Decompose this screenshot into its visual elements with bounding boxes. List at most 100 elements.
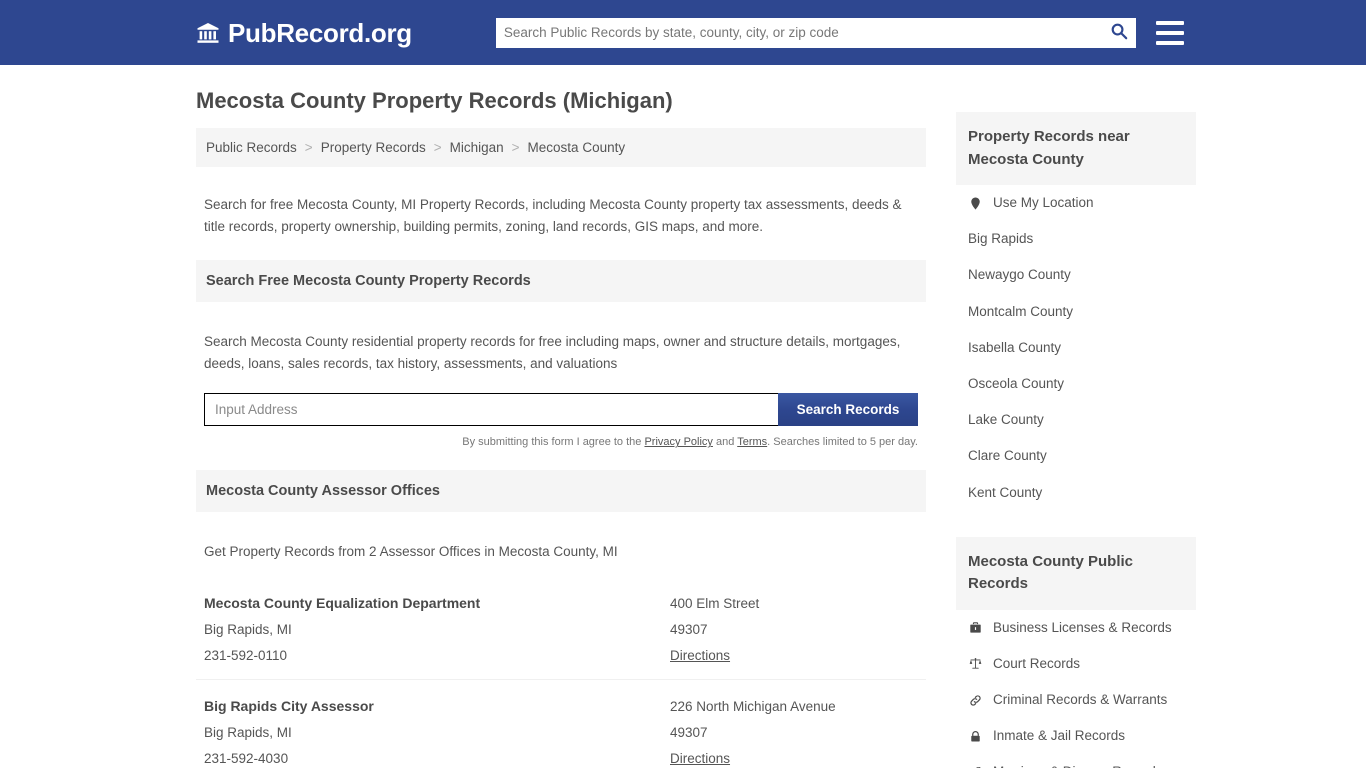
map-pin-icon — [968, 196, 983, 211]
list-item: Business Licenses & Records — [956, 610, 1196, 646]
sidebar: Property Records near Mecosta County Use… — [956, 65, 1196, 768]
sidebar-item-osceola-county[interactable]: Osceola County — [956, 366, 1196, 402]
search-icon — [1110, 22, 1128, 43]
breadcrumb-separator-icon: > — [433, 140, 442, 156]
sidebar-item-marriage-divorce-records[interactable]: Marriage & Divorce Records — [956, 754, 1196, 768]
office-city-state: Big Rapids, MI — [204, 621, 292, 637]
list-item: Kent County — [956, 475, 1196, 511]
sidebar-public-records-heading: Mecosta County Public Records — [956, 536, 1196, 610]
sidebar-item-label: Clare County — [968, 448, 1047, 464]
office-name: Mecosta County Equalization Department — [204, 594, 481, 611]
briefcase-icon — [968, 620, 983, 635]
sidebar-item-inmate-jail-records[interactable]: Inmate & Jail Records — [956, 718, 1196, 754]
list-item: Court Records — [956, 646, 1196, 682]
page-title: Mecosta County Property Records (Michiga… — [196, 88, 673, 113]
breadcrumb-item-michigan[interactable]: Michigan — [450, 140, 504, 155]
header-search-input[interactable] — [495, 17, 1102, 48]
breadcrumb: Public Records > Property Records > Mich… — [196, 128, 926, 168]
sidebar-item-label: Newaygo County — [968, 267, 1071, 283]
sidebar-item-business-licenses[interactable]: Business Licenses & Records — [956, 610, 1196, 646]
sidebar-item-label: Isabella County — [968, 339, 1062, 355]
sidebar-item-label: Osceola County — [968, 375, 1065, 391]
office-primary-info: Big Rapids City Assessor Big Rapids, MI … — [204, 698, 670, 766]
header-search-button[interactable] — [1102, 18, 1136, 48]
sidebar-item-label: Use My Location — [993, 195, 1094, 210]
search-records-button[interactable]: Search Records — [778, 393, 918, 427]
scales-of-justice-icon — [968, 656, 983, 671]
breadcrumb-item-public-records[interactable]: Public Records — [206, 140, 297, 155]
list-item: Use My Location — [956, 185, 1196, 221]
office-phone: 231-592-4030 — [204, 750, 289, 766]
list-item: Clare County — [956, 438, 1196, 474]
office-directions: Directions — [670, 751, 918, 766]
assessor-section-heading: Mecosta County Assessor Offices — [196, 470, 926, 513]
office-address-info: 400 Elm Street 49307 Directions — [670, 595, 918, 663]
sidebar-item-label: Marriage & Divorce Records — [993, 764, 1163, 768]
sidebar-item-isabella-county[interactable]: Isabella County — [956, 330, 1196, 366]
header-search-box — [495, 17, 1136, 48]
breadcrumb-separator-icon: > — [511, 140, 520, 156]
office-address-info: 226 North Michigan Avenue 49307 Directio… — [670, 698, 918, 766]
sidebar-item-clare-county[interactable]: Clare County — [956, 438, 1196, 474]
form-disclaimer-and: and — [712, 436, 738, 449]
site-header: PubRecord.org — [0, 0, 1366, 65]
page-body: Mecosta County Property Records (Michiga… — [0, 65, 1366, 768]
sidebar-item-kent-county[interactable]: Kent County — [956, 475, 1196, 511]
site-logo[interactable]: PubRecord.org — [196, 20, 412, 46]
sidebar-item-label: Criminal Records & Warrants — [993, 692, 1168, 708]
list-item: Big Rapids — [956, 221, 1196, 257]
privacy-policy-link[interactable]: Privacy Policy — [644, 436, 712, 448]
sidebar-item-label: Inmate & Jail Records — [993, 728, 1126, 744]
list-item: Marriage & Divorce Records — [956, 754, 1196, 768]
sidebar-item-lake-county[interactable]: Lake County — [956, 402, 1196, 438]
search-section-description: Search Mecosta County residential proper… — [204, 333, 901, 372]
main-content: Mecosta County Property Records (Michiga… — [196, 65, 926, 768]
assessor-section-description: Get Property Records from 2 Assessor Off… — [204, 543, 618, 559]
directions-link[interactable]: Directions — [670, 751, 730, 766]
sidebar-item-criminal-records[interactable]: Criminal Records & Warrants — [956, 682, 1196, 718]
sidebar-item-newaygo-county[interactable]: Newaygo County — [956, 257, 1196, 293]
sidebar-item-use-my-location[interactable]: Use My Location — [956, 185, 1196, 221]
office-entry: Big Rapids City Assessor Big Rapids, MI … — [196, 680, 926, 768]
office-city-state: Big Rapids, MI — [204, 724, 292, 740]
sidebar-nearby-list: Use My Location Big Rapids Newaygo Count… — [956, 185, 1196, 511]
sidebar-item-label: Business Licenses & Records — [993, 619, 1172, 635]
terms-link[interactable]: Terms — [737, 436, 767, 448]
list-item: Criminal Records & Warrants — [956, 682, 1196, 718]
directions-link[interactable]: Directions — [670, 648, 730, 663]
office-directions: Directions — [670, 648, 918, 663]
sidebar-item-court-records[interactable]: Court Records — [956, 646, 1196, 682]
page-intro-text: Search for free Mecosta County, MI Prope… — [204, 196, 902, 235]
bank-building-icon — [196, 21, 220, 45]
hamburger-menu-icon[interactable] — [1155, 20, 1184, 45]
sidebar-item-label: Montcalm County — [968, 303, 1074, 319]
office-primary-info: Mecosta County Equalization Department B… — [204, 595, 670, 663]
sidebar-item-montcalm-county[interactable]: Montcalm County — [956, 294, 1196, 330]
search-section-heading: Search Free Mecosta County Property Reco… — [196, 260, 926, 303]
office-entry: Mecosta County Equalization Department B… — [196, 577, 926, 680]
sidebar-nearby-heading: Property Records near Mecosta County — [956, 112, 1196, 185]
breadcrumb-item-mecosta-county[interactable]: Mecosta County — [528, 140, 626, 155]
sidebar-item-label: Court Records — [993, 655, 1081, 671]
hamburger-bar — [1155, 20, 1184, 25]
sidebar-item-big-rapids[interactable]: Big Rapids — [956, 221, 1196, 257]
sidebar-item-label: Lake County — [968, 412, 1044, 428]
office-street: 226 North Michigan Avenue — [670, 698, 836, 714]
breadcrumb-item-property-records[interactable]: Property Records — [321, 140, 426, 155]
office-name: Big Rapids City Assessor — [204, 697, 374, 714]
site-logo-text: PubRecord.org — [228, 17, 412, 48]
office-zip: 49307 — [670, 724, 708, 740]
office-street: 400 Elm Street — [670, 595, 760, 611]
list-item: Inmate & Jail Records — [956, 718, 1196, 754]
sidebar-public-records-block: Mecosta County Public Records Business L… — [956, 536, 1196, 768]
sidebar-item-label: Kent County — [968, 484, 1043, 500]
form-disclaimer-prefix: By submitting this form I agree to the — [462, 436, 645, 449]
sidebar-public-records-list: Business Licenses & Records Court Record… — [956, 610, 1196, 768]
hamburger-bar — [1155, 40, 1184, 45]
list-item: Isabella County — [956, 330, 1196, 366]
list-item: Newaygo County — [956, 257, 1196, 293]
sidebar-nearby-block: Property Records near Mecosta County Use… — [956, 112, 1196, 511]
address-search-input[interactable] — [204, 393, 778, 427]
hamburger-bar — [1155, 30, 1184, 35]
address-search-form: Search Records — [204, 393, 918, 427]
